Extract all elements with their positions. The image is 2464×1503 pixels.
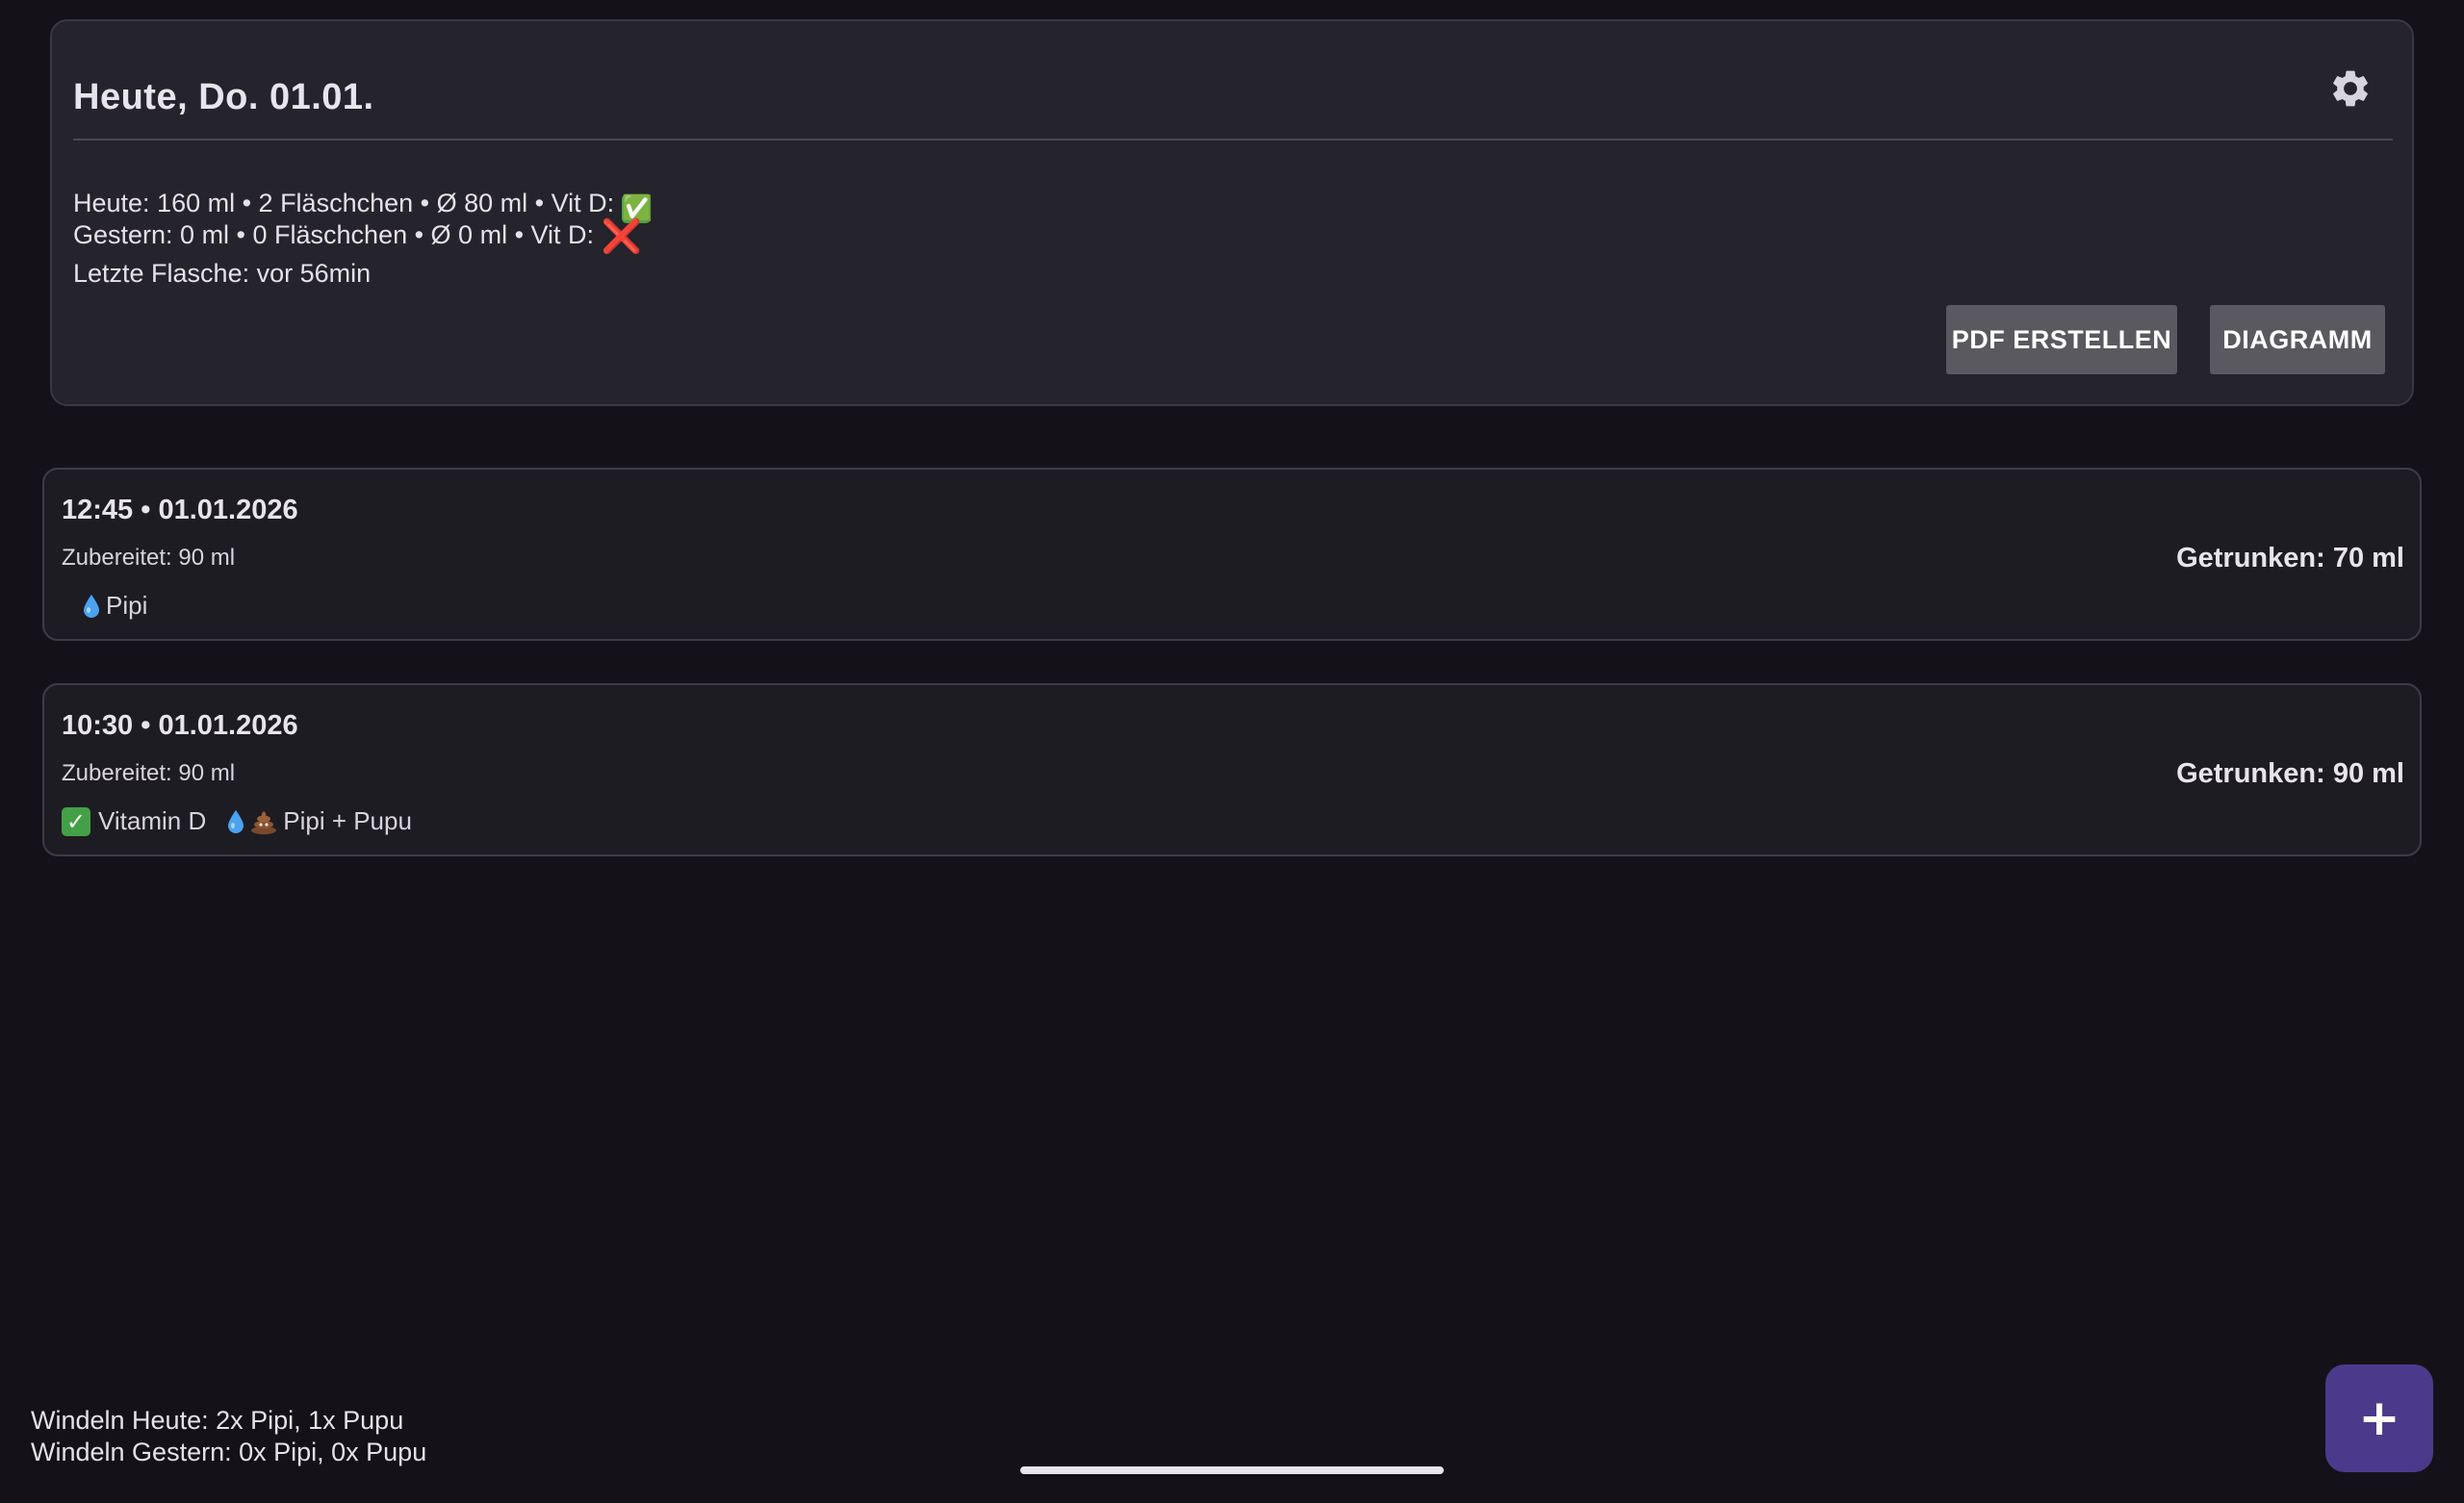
diapers-yesterday: Windeln Gestern: 0x Pipi, 0x Pupu: [31, 1438, 427, 1466]
entry-drunk: Getrunken: 70 ml: [2176, 543, 2404, 573]
page-title: Heute, Do. 01.01.: [73, 77, 374, 117]
diapers-today: Windeln Heute: 2x Pipi, 1x Pupu: [31, 1406, 404, 1435]
diagram-button[interactable]: DIAGRAMM: [2210, 305, 2385, 374]
summary-card: Heute, Do. 01.01. Heute: 160 ml • 2 Fläs…: [50, 19, 2414, 406]
poop-icon: [251, 810, 277, 834]
create-pdf-button[interactable]: PDF ERSTELLEN: [1946, 305, 2177, 374]
entry-prepared: Zubereitet: 90 ml: [62, 760, 236, 786]
diaper-label: Pipi: [106, 591, 148, 620]
diaper-tag: Pipi: [83, 591, 147, 621]
yesterday-stats-text: Gestern: 0 ml • 0 Fläschchen • Ø 0 ml • …: [73, 220, 602, 249]
water-drop-icon: [84, 594, 99, 618]
add-entry-button[interactable]: +: [2325, 1364, 2433, 1472]
entry-drunk: Getrunken: 90 ml: [2176, 758, 2404, 789]
entry-time: 10:30 • 01.01.2026: [62, 710, 298, 741]
vitamin-tag: ✓ Vitamin D: [62, 806, 206, 836]
today-stats-text: Heute: 160 ml • 2 Fläschchen • Ø 80 ml •…: [73, 189, 622, 217]
gear-icon: [2333, 70, 2368, 107]
vitamin-label: Vitamin D: [98, 806, 207, 835]
feeding-entry[interactable]: 10:30 • 01.01.2026 Zubereitet: 90 ml Get…: [42, 683, 2422, 856]
diaper-tag: Pipi + Pupu: [227, 806, 412, 836]
entry-time: 12:45 • 01.01.2026: [62, 495, 298, 525]
water-drop-icon: [228, 809, 244, 833]
entry-tags: ✓ Vitamin D Pipi + Pupu: [62, 806, 433, 836]
entry-prepared: Zubereitet: 90 ml: [62, 545, 236, 571]
yesterday-stats: Gestern: 0 ml • 0 Fläschchen • Ø 0 ml • …: [73, 217, 642, 256]
diaper-summary: Windeln Heute: 2x Pipi, 1x Pupu Windeln …: [31, 1405, 426, 1468]
feeding-entry[interactable]: 12:45 • 01.01.2026 Zubereitet: 90 ml Get…: [42, 468, 2422, 641]
vitamin-d-cross-icon: ❌: [601, 217, 642, 256]
settings-button[interactable]: [2322, 60, 2379, 117]
entry-tags: Pipi: [62, 591, 168, 621]
today-stats: Heute: 160 ml • 2 Fläschchen • Ø 80 ml •…: [73, 189, 653, 223]
summary-divider: [73, 139, 2393, 140]
diaper-label: Pipi + Pupu: [283, 806, 412, 835]
check-icon: ✓: [62, 806, 90, 836]
home-indicator[interactable]: [1020, 1466, 1444, 1474]
last-bottle: Letzte Flasche: vor 56min: [73, 259, 372, 288]
